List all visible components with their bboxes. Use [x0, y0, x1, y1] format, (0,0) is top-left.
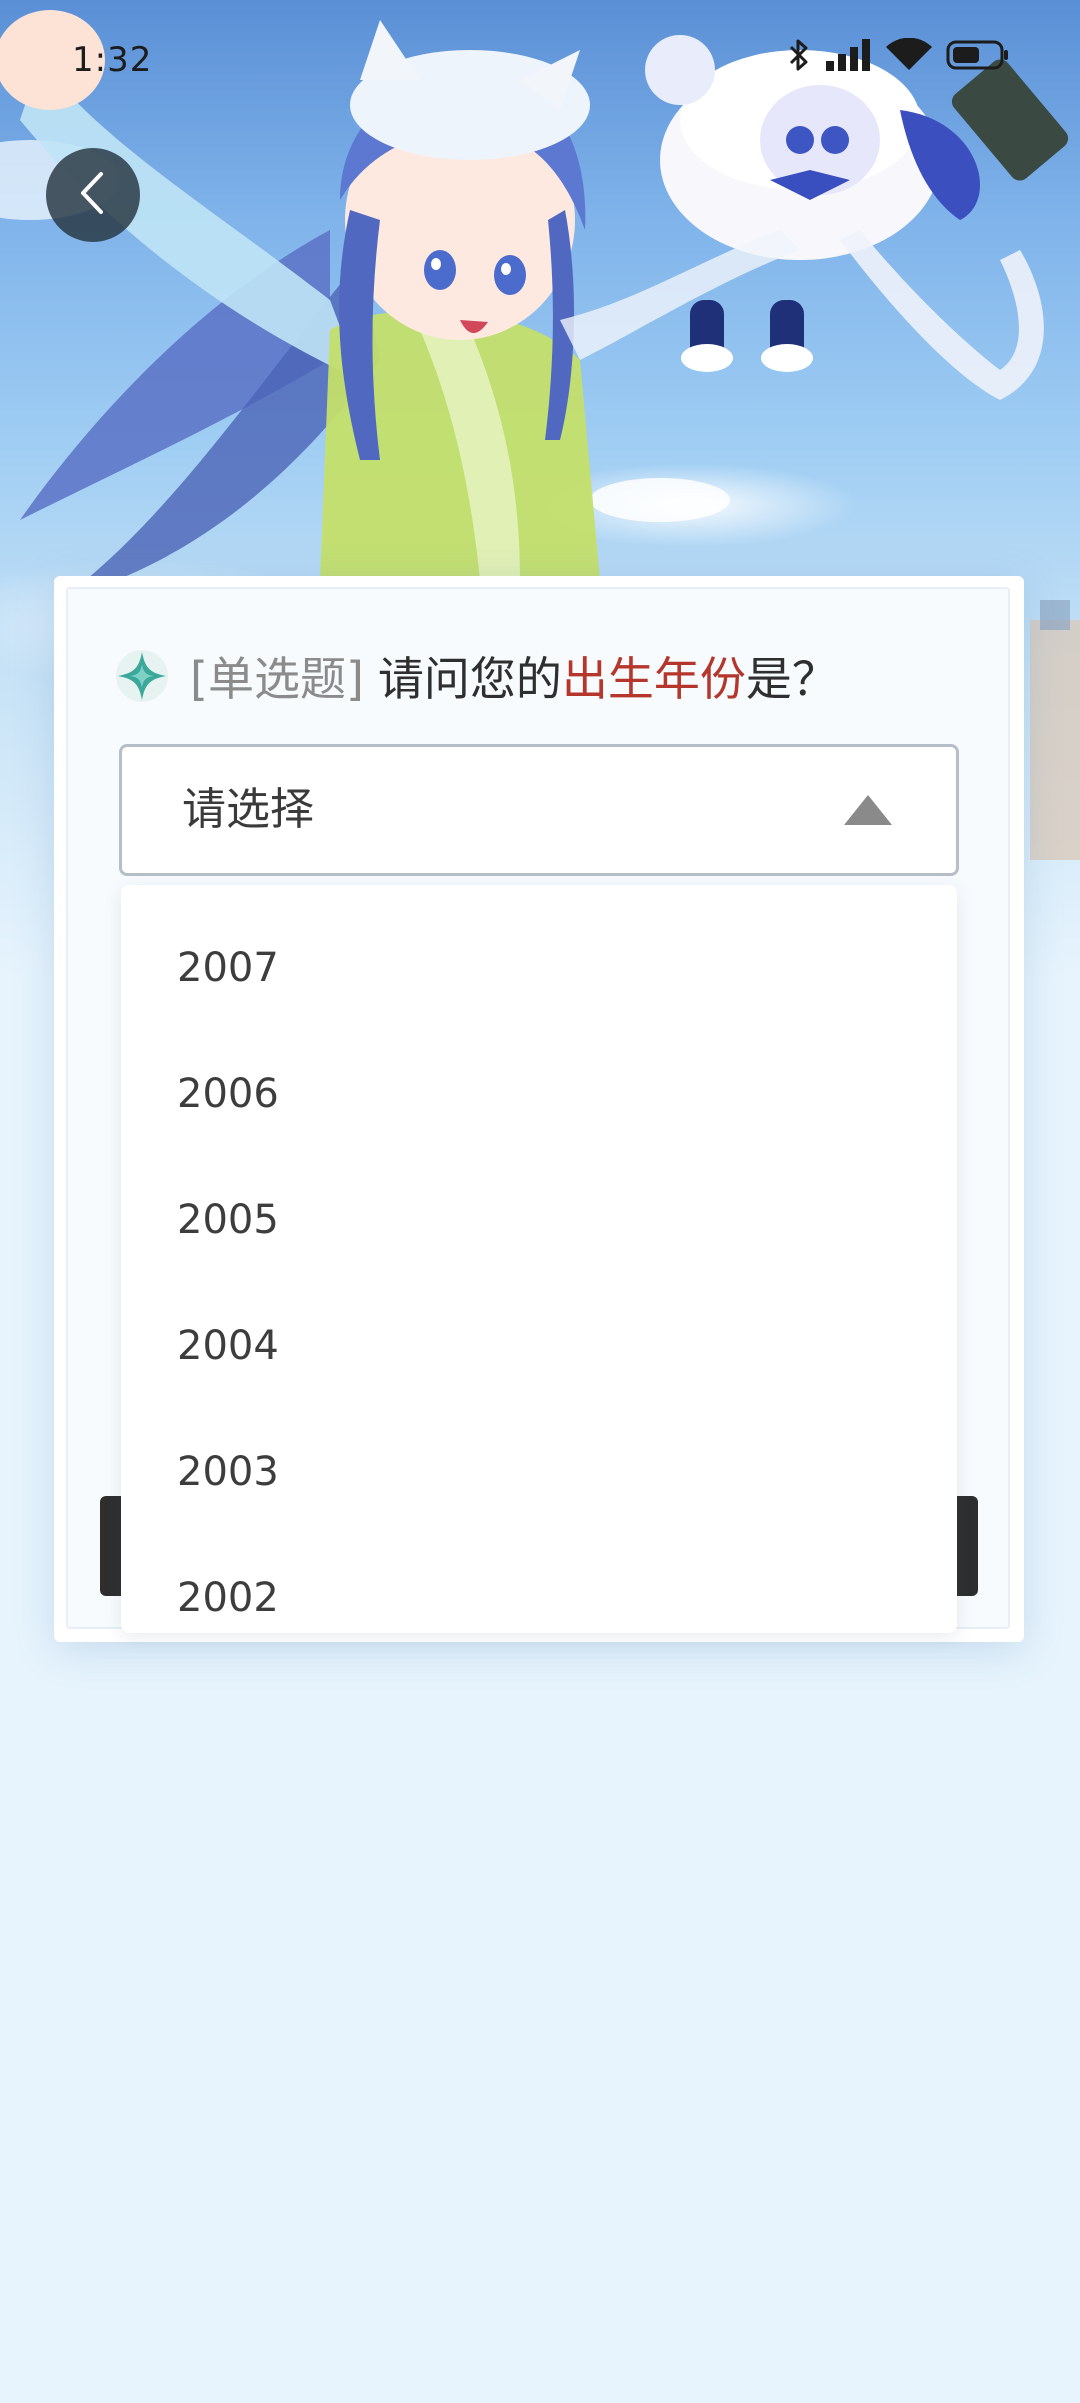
dropdown-option[interactable]: 2005 — [121, 1157, 957, 1283]
sparkle-icon — [112, 646, 172, 706]
dropdown-option[interactable]: 2004 — [121, 1283, 957, 1409]
question-text-after: 是？ — [745, 652, 838, 706]
caret-up-icon[interactable] — [842, 793, 894, 831]
question-type-tag: [单选题] — [190, 652, 364, 706]
question-title: [单选题] 请问您的 出生年份 是？ — [112, 640, 838, 712]
dropdown-option[interactable]: 2003 — [121, 1409, 957, 1535]
question-text-before: 请问您的 — [377, 652, 562, 706]
battery-icon — [946, 39, 1010, 75]
year-dropdown[interactable]: 2007 2006 2005 2004 2003 2002 — [121, 885, 957, 1633]
year-select[interactable]: 请选择 — [119, 744, 959, 876]
dropdown-option[interactable]: 2006 — [121, 1031, 957, 1157]
wifi-icon — [886, 37, 932, 76]
back-button[interactable] — [46, 148, 140, 242]
status-time: 1:32 — [72, 40, 153, 80]
signal-icon — [826, 39, 872, 75]
select-placeholder: 请选择 — [182, 784, 314, 835]
bluetooth-icon — [786, 38, 812, 76]
dropdown-option[interactable]: 2002 — [121, 1535, 957, 1633]
chevron-left-icon — [73, 168, 113, 222]
dropdown-option[interactable]: 2007 — [121, 905, 957, 1031]
question-text-highlight: 出生年份 — [561, 652, 746, 706]
status-icons — [786, 37, 1010, 76]
